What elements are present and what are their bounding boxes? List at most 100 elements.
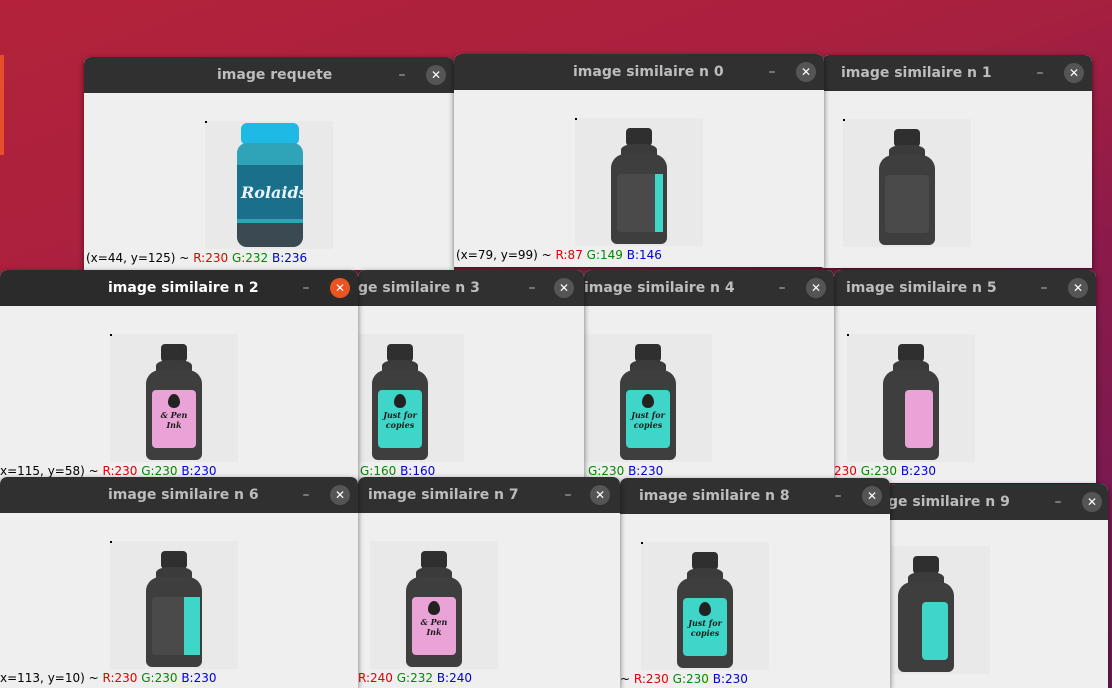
window-similar-4[interactable]: image similaire n 4 – ✕ Just for copies … [584,270,834,483]
image-canvas[interactable] [888,520,1108,688]
result-image [847,334,975,462]
minimize-button[interactable]: – [828,486,848,506]
pixel-status: x=115, y=58) ~ R:230 G:230 B:230 [0,464,217,478]
image-canvas[interactable]: & Pen Ink x=115, y=58) ~ R:230 G:230 B:2… [0,306,358,483]
window-image-requete[interactable]: image requete – ✕ Rolaids (x=44, y=125) … [84,57,454,270]
bottle-label-text: & Pen Ink [420,617,448,637]
blue-value: B:236 [272,251,308,265]
titlebar[interactable]: ge similaire n 3 – ✕ [358,270,584,306]
bottle-label-text: Rolaids [241,183,303,202]
close-button[interactable]: ✕ [806,278,826,298]
bottle-graphic [898,556,954,674]
titlebar[interactable]: image similaire n 2 – ✕ [0,270,358,306]
window-similar-0[interactable]: image similaire n 0 – ✕ (x=79, y=99) ~ R… [454,54,824,267]
window-title: ge similaire n 3 [358,280,480,296]
result-image [575,118,703,246]
minimize-button[interactable]: – [1030,63,1050,83]
blue-value: B:230 [712,672,748,686]
bottle-graphic: Just for copies [372,344,428,462]
pixel-status: (x=44, y=125) ~ R:230 G:232 B:236 [86,251,307,265]
close-button[interactable]: ✕ [796,62,816,82]
window-title: ge similaire n 9 [888,494,1010,510]
close-button[interactable]: ✕ [426,65,446,85]
titlebar[interactable]: image similaire n 0 – ✕ [454,54,824,90]
window-similar-6[interactable]: image similaire n 6 – ✕ x=113, y=10) ~ R… [0,477,358,688]
minimize-button[interactable]: – [296,278,316,298]
window-similar-9[interactable]: ge similaire n 9 – ✕ [888,484,1108,688]
minimize-button[interactable]: – [1034,278,1054,298]
result-image [110,541,238,669]
red-value: R:240 [358,671,393,685]
image-canvas[interactable]: 230 G:230 B:230 [834,306,1096,483]
coord-readout: (x=44, y=125) ~ [86,251,190,265]
window-title: image similaire n 7 [368,487,519,503]
window-similar-8[interactable]: image similaire n 8 – ✕ Just for copies … [620,478,890,688]
result-image: & Pen Ink [370,541,498,669]
pixel-status: x=113, y=10) ~ R:230 G:230 B:230 [0,671,217,685]
titlebar[interactable]: image similaire n 8 – ✕ [620,478,890,514]
image-canvas[interactable] [822,91,1092,268]
green-value: G:230 [672,672,709,686]
window-title: image similaire n 6 [108,487,259,503]
minimize-button[interactable]: – [558,485,578,505]
coord-readout: ~ [620,672,631,686]
titlebar[interactable]: image similaire n 7 – ✕ [358,477,620,513]
close-button[interactable]: ✕ [590,485,610,505]
bottle-graphic [883,344,939,462]
image-canvas[interactable]: Rolaids (x=44, y=125) ~ R:230 G:232 B:23… [84,93,454,270]
close-button[interactable]: ✕ [1064,63,1084,83]
minimize-button[interactable]: – [772,278,792,298]
titlebar[interactable]: image requete – ✕ [84,57,454,93]
minimize-button[interactable]: – [1048,492,1068,512]
pixel-status: ~ R:230 G:230 B:230 [620,672,748,686]
window-title: image similaire n 1 [841,65,992,81]
window-similar-2[interactable]: image similaire n 2 – ✕ & Pen Ink x=115,… [0,270,358,483]
minimize-button[interactable]: – [522,278,542,298]
image-canvas[interactable]: & Pen Ink R:240 G:232 B:240 [358,513,620,688]
result-image [843,119,971,247]
green-value: G:232 [396,671,433,685]
bottle-label-text: Just for copies [631,410,665,430]
pixel-status: G:230 B:230 [588,464,663,478]
minimize-button[interactable]: – [392,65,412,85]
bottle-graphic: & Pen Ink [406,551,462,669]
titlebar[interactable]: image similaire n 5 – ✕ [834,270,1096,306]
titlebar[interactable]: image similaire n 6 – ✕ [0,477,358,513]
image-canvas[interactable]: (x=79, y=99) ~ R:87 G:149 B:146 [454,90,824,267]
window-title: image requete [217,67,333,83]
bottle-graphic: & Pen Ink [146,344,202,462]
window-similar-7[interactable]: image similaire n 7 – ✕ & Pen Ink R:240 … [358,477,620,688]
bottle-graphic: Just for copies [620,344,676,462]
result-image: Just for copies [641,542,769,670]
blue-value: B:230 [900,464,936,478]
red-value: R:230 [193,251,229,265]
close-button[interactable]: ✕ [330,278,350,298]
image-canvas[interactable]: Just for copies G:160 B:160 [358,306,584,483]
window-title: image similaire n 4 [584,280,735,296]
close-button[interactable]: ✕ [330,485,350,505]
titlebar[interactable]: image similaire n 1 – ✕ [822,55,1092,91]
window-similar-1[interactable]: image similaire n 1 – ✕ [822,55,1092,268]
image-canvas[interactable]: Just for copies G:230 B:230 [584,306,834,483]
green-value: G:230 [141,464,178,478]
red-value: R:230 [633,672,669,686]
image-canvas[interactable]: x=113, y=10) ~ R:230 G:230 B:230 [0,513,358,688]
titlebar[interactable]: image similaire n 4 – ✕ [584,270,834,306]
close-button[interactable]: ✕ [554,278,574,298]
window-similar-5[interactable]: image similaire n 5 – ✕ 230 G:230 B:230 [834,270,1096,483]
pixel-status: G:160 B:160 [360,464,435,478]
titlebar[interactable]: ge similaire n 9 – ✕ [888,484,1108,520]
green-value: G:160 [360,464,397,478]
minimize-button[interactable]: – [762,62,782,82]
bottle-label-text: Just for copies [383,410,417,430]
window-similar-3[interactable]: ge similaire n 3 – ✕ Just for copies G:1… [358,270,584,483]
result-image: Just for copies [358,334,464,462]
blue-value: B:160 [400,464,436,478]
close-button[interactable]: ✕ [1082,492,1102,512]
minimize-button[interactable]: – [296,485,316,505]
blue-value: B:230 [628,464,664,478]
image-canvas[interactable]: Just for copies ~ R:230 G:230 B:230 [620,514,890,688]
close-button[interactable]: ✕ [1068,278,1088,298]
close-button[interactable]: ✕ [862,486,882,506]
green-value: G:232 [231,251,269,265]
